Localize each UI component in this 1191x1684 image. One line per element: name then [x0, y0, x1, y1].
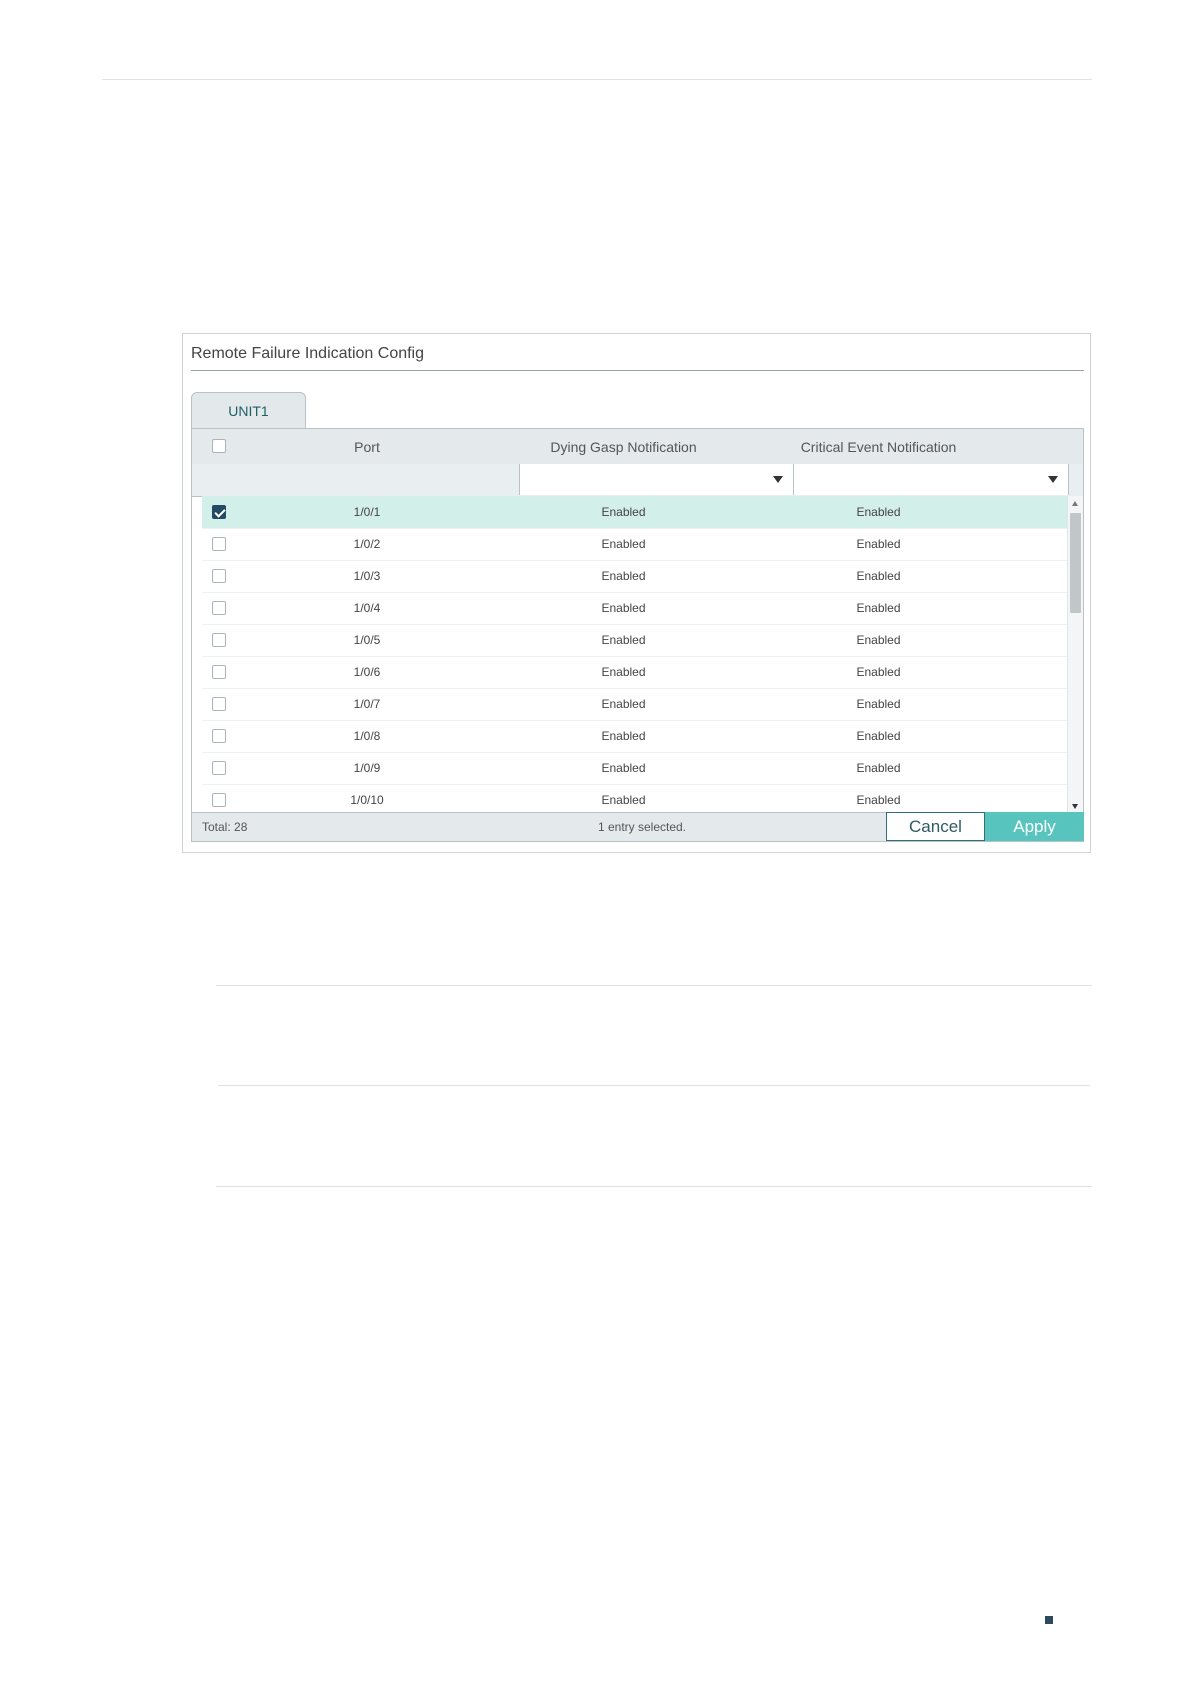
cancel-button[interactable]: Cancel [886, 812, 985, 841]
dying-gasp-filter-select[interactable] [519, 464, 793, 495]
port-cell: 1/0/10 [350, 793, 384, 807]
total-count: Total: 28 [202, 820, 248, 834]
apply-button[interactable]: Apply [985, 812, 1084, 841]
port-cell: 1/0/3 [353, 569, 381, 583]
table-row[interactable]: 1/0/1 Enabled Enabled [202, 496, 1068, 529]
row-checkbox[interactable] [212, 537, 226, 551]
port-cell: 1/0/4 [353, 601, 381, 615]
row-checkbox[interactable] [212, 601, 226, 615]
column-header-port: Port [354, 438, 380, 455]
dying-gasp-cell: Enabled [601, 729, 646, 743]
dying-gasp-cell: Enabled [601, 633, 646, 647]
title-divider [191, 370, 1084, 371]
row-checkbox[interactable] [212, 505, 226, 519]
critical-event-cell: Enabled [856, 793, 901, 807]
port-cell: 1/0/6 [353, 665, 381, 679]
critical-event-cell: Enabled [856, 665, 901, 679]
dying-gasp-cell: Enabled [601, 569, 646, 583]
dying-gasp-cell: Enabled [601, 665, 646, 679]
critical-event-cell: Enabled [856, 633, 901, 647]
remote-failure-indication-panel: Remote Failure Indication Config UNIT1 P… [182, 333, 1091, 853]
divider [216, 1186, 1092, 1187]
dying-gasp-cell: Enabled [601, 793, 646, 807]
select-all-checkbox[interactable] [212, 439, 226, 453]
divider [216, 985, 1092, 986]
table-body: 1/0/1 Enabled Enabled 1/0/2 Enabled Enabled 1/… [202, 496, 1068, 814]
port-cell: 1/0/5 [353, 633, 381, 647]
tab-unit1[interactable]: UNIT1 [191, 392, 306, 428]
critical-event-cell: Enabled [856, 729, 901, 743]
critical-event-cell: Enabled [856, 601, 901, 615]
chevron-down-icon [1048, 476, 1058, 483]
table-row[interactable]: 1/0/5 Enabled Enabled [202, 624, 1068, 657]
scrollbar-thumb[interactable] [1070, 513, 1081, 613]
row-checkbox[interactable] [212, 665, 226, 679]
port-cell: 1/0/1 [353, 505, 381, 519]
scroll-down-icon[interactable] [1072, 804, 1078, 809]
dying-gasp-cell: Enabled [601, 761, 646, 775]
dying-gasp-cell: Enabled [601, 505, 646, 519]
table-row[interactable]: 1/0/4 Enabled Enabled [202, 592, 1068, 625]
port-cell: 1/0/2 [353, 537, 381, 551]
vertical-scrollbar[interactable] [1067, 496, 1083, 814]
row-checkbox[interactable] [212, 793, 226, 807]
dying-gasp-cell: Enabled [601, 601, 646, 615]
row-checkbox[interactable] [212, 697, 226, 711]
row-checkbox[interactable] [212, 761, 226, 775]
critical-event-filter-select[interactable] [793, 464, 1069, 495]
table-row[interactable]: 1/0/8 Enabled Enabled [202, 720, 1068, 753]
chevron-down-icon [773, 476, 783, 483]
critical-event-cell: Enabled [856, 761, 901, 775]
row-checkbox[interactable] [212, 729, 226, 743]
table-row[interactable]: 1/0/9 Enabled Enabled [202, 752, 1068, 785]
dying-gasp-cell: Enabled [601, 697, 646, 711]
table-row[interactable]: 1/0/3 Enabled Enabled [202, 560, 1068, 593]
column-header-critical-event: Critical Event Notification [800, 438, 957, 455]
divider [218, 1085, 1090, 1086]
table-row[interactable]: 1/0/6 Enabled Enabled [202, 656, 1068, 689]
row-checkbox[interactable] [212, 633, 226, 647]
port-cell: 1/0/9 [353, 761, 381, 775]
table-row[interactable]: 1/0/7 Enabled Enabled [202, 688, 1068, 721]
filter-row [192, 464, 1083, 497]
table-footer: Total: 28 1 entry selected. Cancel Apply [192, 812, 1084, 841]
column-header-dying-gasp: Dying Gasp Notification [550, 438, 697, 455]
panel-title: Remote Failure Indication Config [191, 345, 425, 362]
scroll-up-icon[interactable] [1072, 501, 1078, 506]
port-table: Port Dying Gasp Notification Critical Ev… [191, 428, 1084, 842]
table-header: Port Dying Gasp Notification Critical Ev… [192, 429, 1083, 465]
row-checkbox[interactable] [212, 569, 226, 583]
dying-gasp-cell: Enabled [601, 537, 646, 551]
port-cell: 1/0/7 [353, 697, 381, 711]
critical-event-cell: Enabled [856, 537, 901, 551]
selection-status: 1 entry selected. [597, 820, 687, 834]
top-divider [102, 79, 1092, 80]
critical-event-cell: Enabled [856, 697, 901, 711]
table-row[interactable]: 1/0/2 Enabled Enabled [202, 528, 1068, 561]
table-row[interactable]: 1/0/10 Enabled Enabled [202, 784, 1068, 814]
page-marker [1045, 1616, 1053, 1624]
port-cell: 1/0/8 [353, 729, 381, 743]
critical-event-cell: Enabled [856, 569, 901, 583]
critical-event-cell: Enabled [856, 505, 901, 519]
